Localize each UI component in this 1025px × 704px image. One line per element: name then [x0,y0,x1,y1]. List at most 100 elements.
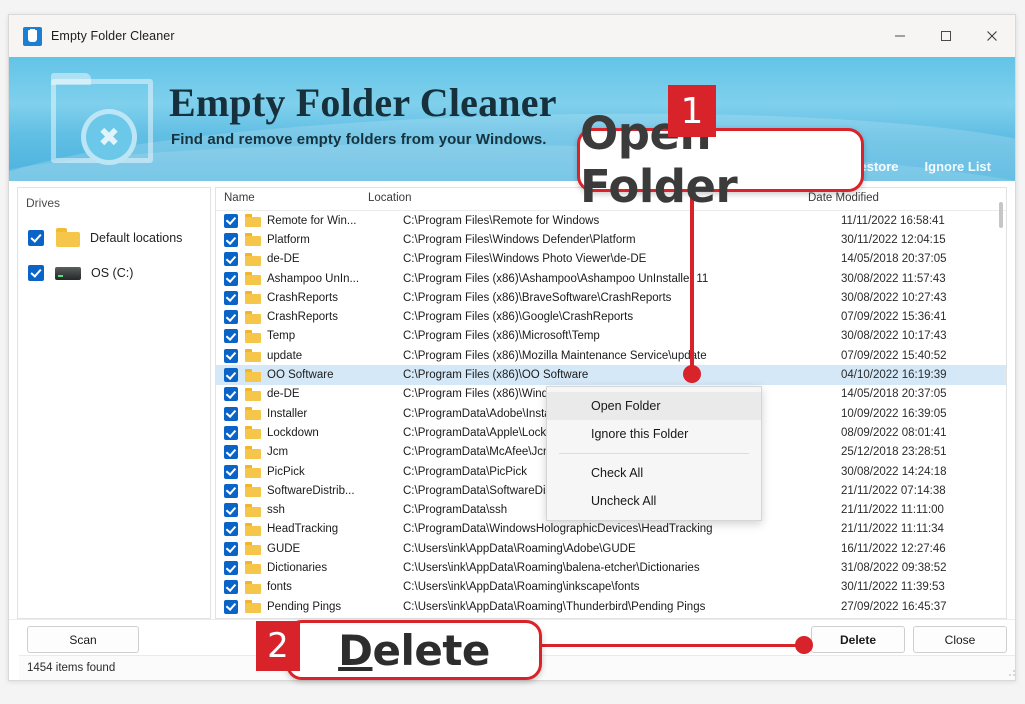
callout-open-folder-label: Open Folder [580,107,738,213]
row-checkbox[interactable] [224,213,238,228]
drive-item-default-locations[interactable]: Default locations [18,228,210,247]
row-checkbox[interactable] [224,425,238,440]
row-date: 25/12/2018 23:28:51 [841,446,947,459]
row-checkbox[interactable] [224,560,238,575]
minimize-button[interactable] [877,15,923,57]
row-name: Jcm [267,446,289,459]
row-name: Temp [267,330,296,343]
row-checkbox[interactable] [224,368,238,383]
delete-button[interactable]: Delete [811,626,905,653]
row-name: Remote for Win... [267,214,357,227]
close-button[interactable] [969,15,1015,57]
row-name: update [267,349,303,362]
row-checkbox[interactable] [224,348,238,363]
drives-panel: Drives Default locations OS (C:) [17,187,211,619]
row-checkbox[interactable] [224,329,238,344]
folder-cleaner-logo-icon: ✖ [45,73,153,165]
row-checkbox[interactable] [224,599,238,614]
folder-icon [245,252,261,266]
row-name: Lockdown [267,426,319,439]
callout-delete-label: Delete [338,625,490,675]
row-location: C:\Program Files (x86)\OO Software [403,369,589,382]
folder-icon [245,445,261,459]
row-name: Platform [267,233,310,246]
callout-leader-line-2 [534,644,804,647]
row-name: fonts [267,581,292,594]
status-text: 1454 items found [27,662,116,674]
drive-item-os-c[interactable]: OS (C:) [18,265,210,281]
folder-icon [245,561,261,575]
table-row[interactable]: fonts C:\Users\ink\AppData\Roaming\inksca… [216,578,1006,597]
folder-icon [245,368,261,382]
row-checkbox[interactable] [224,252,238,267]
row-checkbox[interactable] [224,483,238,498]
table-row[interactable]: Temp C:\Program Files (x86)\Microsoft\Tem… [216,327,1006,346]
table-row[interactable]: CrashReports C:\Program Files (x86)\Googl… [216,307,1006,326]
folder-icon [245,291,261,305]
row-checkbox[interactable] [224,522,238,537]
row-location: C:\Program Files (x86)\Ashampoo\Ashampoo… [403,272,709,285]
row-location: C:\Users\ink\AppData\Roaming\inkscape\fo… [403,581,640,594]
folder-icon [245,310,261,324]
row-checkbox[interactable] [224,290,238,305]
banner-links: Restore Ignore List [850,159,991,174]
row-checkbox[interactable] [224,445,238,460]
row-date: 07/09/2022 15:36:41 [841,311,947,324]
context-menu-item[interactable]: Open Folder [547,392,761,420]
row-name: HeadTracking [267,523,339,536]
table-row[interactable]: de-DE C:\Program Files\Windows Photo View… [216,250,1006,269]
list-scrollbar[interactable] [998,190,1004,616]
row-date: 11/11/2022 16:58:41 [841,214,945,227]
row-checkbox[interactable] [224,310,238,325]
row-location: C:\Program Files (x86)\Mozilla Maintenan… [403,349,707,362]
content-area: Drives Default locations OS (C:) Name Lo… [9,181,1015,680]
folder-icon [245,600,261,614]
folder-icon [245,349,261,363]
folder-icon [245,387,261,401]
table-row[interactable]: OO Software C:\Program Files (x86)\OO Sof… [216,365,1006,385]
context-menu-item[interactable]: Ignore this Folder [547,420,761,448]
row-checkbox[interactable] [224,541,238,556]
drive-checkbox[interactable] [28,265,44,281]
context-menu-item[interactable]: Check All [547,459,761,487]
row-checkbox[interactable] [224,271,238,286]
row-checkbox[interactable] [224,503,238,518]
row-name: Installer [267,407,308,420]
column-header-location[interactable]: Location [368,192,411,204]
folder-icon [245,522,261,536]
table-row[interactable]: Platform C:\Program Files\Windows Defende… [216,230,1006,249]
row-location: C:\Program Files\Windows Photo Viewer\de… [403,253,647,266]
resize-grip[interactable] [1007,664,1015,676]
ignore-list-link[interactable]: Ignore List [925,159,991,174]
table-row[interactable]: update C:\Program Files (x86)\Mozilla Mai… [216,346,1006,365]
column-header-name[interactable]: Name [224,192,255,204]
table-row[interactable]: GUDE C:\Users\ink\AppData\Roaming\Adobe\G… [216,539,1006,558]
window-controls [877,15,1015,57]
row-checkbox[interactable] [224,464,238,479]
table-row[interactable]: Remote for Win... C:\Program Files\Remote… [216,211,1006,230]
drive-checkbox[interactable] [28,229,44,246]
row-checkbox[interactable] [224,232,238,247]
context-menu-item[interactable]: Uncheck All [547,487,761,515]
row-date: 08/09/2022 08:01:41 [841,426,947,439]
page-subtitle: Find and remove empty folders from your … [171,131,547,148]
drive-label: Default locations [90,230,183,245]
scan-button[interactable]: Scan [27,626,139,653]
row-checkbox[interactable] [224,580,238,595]
row-name: ssh [267,504,285,517]
list-scrollbar-thumb[interactable] [999,202,1003,228]
table-row[interactable]: Pending Pings C:\Users\ink\AppData\Roamin… [216,597,1006,616]
row-checkbox[interactable] [224,387,238,402]
folder-icon [245,233,261,247]
row-location: C:\Users\ink\AppData\Roaming\balena-etch… [403,561,700,574]
maximize-button[interactable] [923,15,969,57]
callout-open-folder: Open Folder [577,107,864,213]
table-row[interactable]: HeadTracking C:\ProgramData\WindowsHologr… [216,520,1006,539]
row-name: GUDE [267,542,301,555]
row-checkbox[interactable] [224,406,238,421]
table-row[interactable]: Ashampoo UnIn... C:\Program Files (x86)\A… [216,269,1006,288]
close-window-button[interactable]: Close [913,626,1007,653]
row-date: 14/05/2018 20:37:05 [841,253,947,266]
table-row[interactable]: Dictionaries C:\Users\ink\AppData\Roaming… [216,558,1006,577]
table-row[interactable]: CrashReports C:\Program Files (x86)\Brave… [216,288,1006,307]
